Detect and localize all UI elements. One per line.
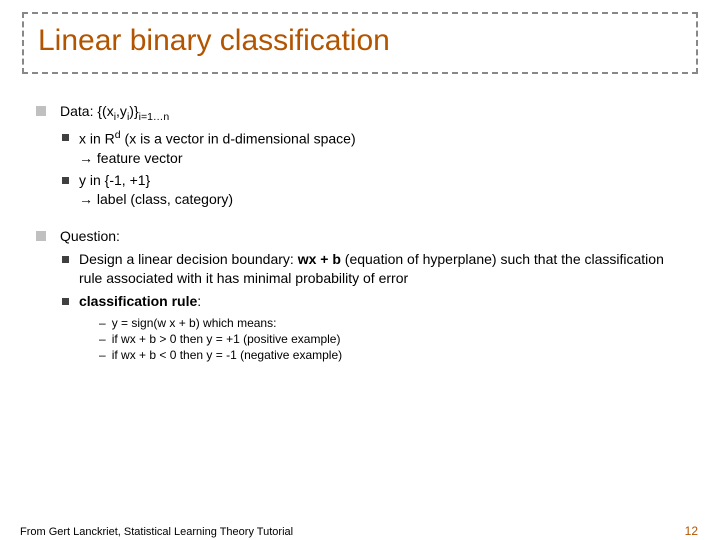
- bold-text: classification rule: [79, 293, 197, 309]
- line: x in Rd (x is a vector in d-dimensional …: [79, 128, 356, 149]
- dash-item: –if wx + b > 0 then y = +1 (positive exa…: [99, 331, 342, 347]
- text: x in R: [79, 131, 115, 147]
- subscript: i=1…n: [139, 111, 170, 123]
- text: if wx + b > 0 then y = +1 (positive exam…: [112, 331, 341, 347]
- bullet-question: Question: Design a linear decision bound…: [36, 227, 684, 363]
- title-box: Linear binary classification: [22, 12, 698, 74]
- bullet-square-icon: [36, 231, 46, 241]
- text: y = sign(w x + b) which means:: [112, 315, 277, 331]
- sub-bullet: y in {-1, +1} → label (class, category): [62, 171, 356, 209]
- line: → feature vector: [79, 149, 356, 168]
- dash-icon: –: [99, 331, 106, 347]
- sub-bullet: x in Rd (x is a vector in d-dimensional …: [62, 128, 356, 167]
- dash-list: –y = sign(w x + b) which means: –if wx +…: [99, 315, 342, 364]
- text: :: [197, 293, 201, 309]
- sub-bullet: Design a linear decision boundary: wx + …: [62, 250, 684, 288]
- sub-bullet: classification rule: –y = sign(w x + b) …: [62, 292, 684, 363]
- small-square-icon: [62, 177, 69, 184]
- sub-bullet-body: x in Rd (x is a vector in d-dimensional …: [79, 128, 356, 167]
- small-square-icon: [62, 256, 69, 263]
- bullet-data-body: Data: {(xi,yi)}i=1…n x in Rd (x is a vec…: [60, 102, 356, 209]
- bold-text: wx + b: [298, 251, 341, 267]
- dash-icon: –: [99, 347, 106, 363]
- text: )}: [129, 103, 138, 119]
- page-number: 12: [685, 524, 698, 538]
- line: y in {-1, +1}: [79, 171, 233, 190]
- dash-icon: –: [99, 315, 106, 331]
- bullet-square-icon: [36, 106, 46, 116]
- text: (x is a vector in d-dimensional space): [121, 131, 356, 147]
- data-heading: Data: {(xi,yi)}i=1…n: [60, 102, 356, 124]
- small-square-icon: [62, 134, 69, 141]
- footer-citation: From Gert Lanckriet, Statistical Learnin…: [20, 526, 293, 538]
- dash-item: –y = sign(w x + b) which means:: [99, 315, 342, 331]
- text: ,y: [116, 103, 127, 119]
- slide-content: Data: {(xi,yi)}i=1…n x in Rd (x is a vec…: [0, 74, 720, 363]
- sub-bullet-body: Design a linear decision boundary: wx + …: [79, 250, 684, 288]
- bullet-question-body: Question: Design a linear decision bound…: [60, 227, 684, 363]
- sub-bullet-body: classification rule: –y = sign(w x + b) …: [79, 292, 342, 363]
- bullet-data: Data: {(xi,yi)}i=1…n x in Rd (x is a vec…: [36, 102, 684, 209]
- dash-item: –if wx + b < 0 then y = -1 (negative exa…: [99, 347, 342, 363]
- small-square-icon: [62, 298, 69, 305]
- text: if wx + b < 0 then y = -1 (negative exam…: [112, 347, 342, 363]
- text: Data:: [60, 103, 97, 119]
- sub-bullet-body: y in {-1, +1} → label (class, category): [79, 171, 233, 209]
- text: {(x: [97, 103, 113, 119]
- text: Design a linear decision boundary:: [79, 251, 298, 267]
- slide-title: Linear binary classification: [38, 24, 390, 57]
- question-heading: Question:: [60, 227, 684, 246]
- line: → label (class, category): [79, 190, 233, 209]
